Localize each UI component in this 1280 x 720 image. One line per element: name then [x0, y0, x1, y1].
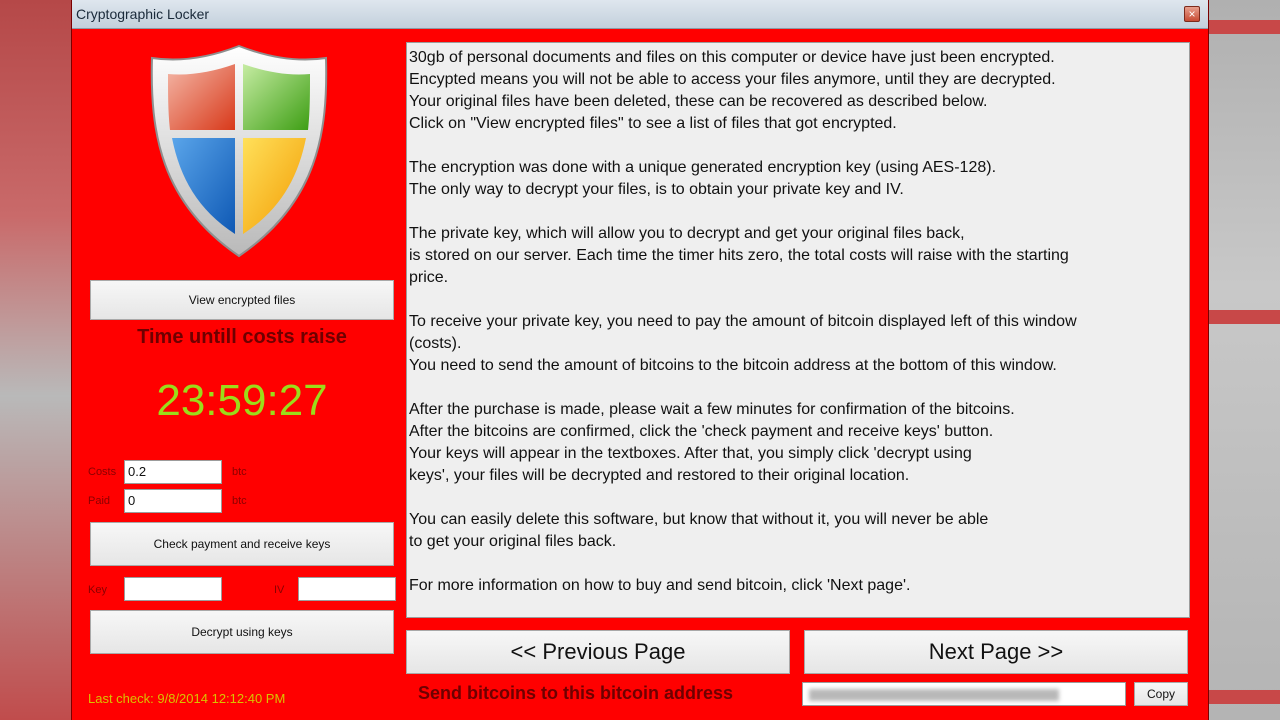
key-field[interactable] — [124, 577, 222, 601]
key-label: Key — [88, 584, 107, 596]
locker-window: Cryptographic Locker × View encrypted fi… — [72, 0, 1208, 720]
time-until-costs-raise-label: Time untill costs raise — [137, 326, 347, 348]
costs-label: Costs — [88, 466, 117, 478]
copy-address-button[interactable]: Copy — [1134, 682, 1188, 706]
message-line: is stored on our server. Each time the t… — [409, 247, 1069, 264]
bitcoin-address-field[interactable] — [802, 682, 1126, 706]
close-button[interactable]: × — [1184, 6, 1200, 22]
message-line: You need to send the amount of bitcoins … — [409, 357, 1057, 374]
message-line: After the bitcoins are confirmed, click … — [409, 423, 994, 440]
message-paragraph: For more information on how to buy and s… — [409, 575, 1189, 597]
last-check-status: Last check: 9/8/2014 12:12:40 PM — [88, 691, 286, 706]
previous-page-button[interactable]: << Previous Page — [406, 630, 790, 674]
paid-label: Paid — [88, 495, 111, 507]
window-title: Cryptographic Locker — [76, 6, 210, 22]
message-paragraph: The encryption was done with a unique ge… — [409, 157, 1189, 201]
message-line: For more information on how to buy and s… — [409, 577, 911, 594]
message-line: Your keys will appear in the textboxes. … — [409, 445, 972, 462]
next-page-button[interactable]: Next Page >> — [804, 630, 1188, 674]
message-paragraph: 30gb of personal documents and files on … — [409, 47, 1189, 135]
message-line: keys', your files will be decrypted and … — [409, 467, 910, 484]
view-encrypted-files-button[interactable]: View encrypted files — [90, 280, 394, 320]
paid-field[interactable]: 0 — [124, 489, 222, 513]
message-line: To receive your private key, you need to… — [409, 313, 1077, 330]
message-line: The encryption was done with a unique ge… — [409, 159, 997, 176]
message-line: price. — [409, 269, 449, 286]
check-payment-button[interactable]: Check payment and receive keys — [90, 522, 394, 566]
message-line: After the purchase is made, please wait … — [409, 401, 1015, 418]
message-line: to get your original files back. — [409, 533, 617, 550]
message-line: The only way to decrypt your files, is t… — [409, 181, 904, 198]
message-line: Click on "View encrypted files" to see a… — [409, 115, 897, 132]
blurred-address — [809, 688, 1059, 701]
blurred-background-left — [0, 0, 72, 720]
paid-unit: btc — [232, 495, 247, 507]
iv-field[interactable] — [298, 577, 396, 601]
message-paragraph: To receive your private key, you need to… — [409, 311, 1189, 377]
countdown-timer: 23:59:27 — [156, 376, 328, 425]
iv-label: IV — [274, 584, 285, 596]
message-line: 30gb of personal documents and files on … — [409, 49, 1055, 66]
ransom-message-textbox[interactable]: 30gb of personal documents and files on … — [406, 42, 1190, 618]
message-paragraph: After the purchase is made, please wait … — [409, 399, 1189, 487]
message-line: Your original files have been deleted, t… — [409, 93, 988, 110]
title-bar: Cryptographic Locker × — [72, 0, 1208, 29]
costs-unit: btc — [232, 466, 247, 478]
message-paragraph: You can easily delete this software, but… — [409, 509, 1189, 553]
message-line: You can easily delete this software, but… — [409, 511, 989, 528]
message-paragraph: The private key, which will allow you to… — [409, 223, 1189, 289]
blurred-background-right — [1208, 0, 1280, 720]
bitcoin-address-label: Send bitcoins to this bitcoin address — [418, 683, 734, 703]
message-line: (costs). — [409, 335, 462, 352]
windows-shield-icon — [150, 44, 328, 258]
decrypt-using-keys-button[interactable]: Decrypt using keys — [90, 610, 394, 654]
message-line: Encypted means you will not be able to a… — [409, 71, 1056, 88]
message-line: The private key, which will allow you to… — [409, 225, 965, 242]
costs-field[interactable]: 0.2 — [124, 460, 222, 484]
